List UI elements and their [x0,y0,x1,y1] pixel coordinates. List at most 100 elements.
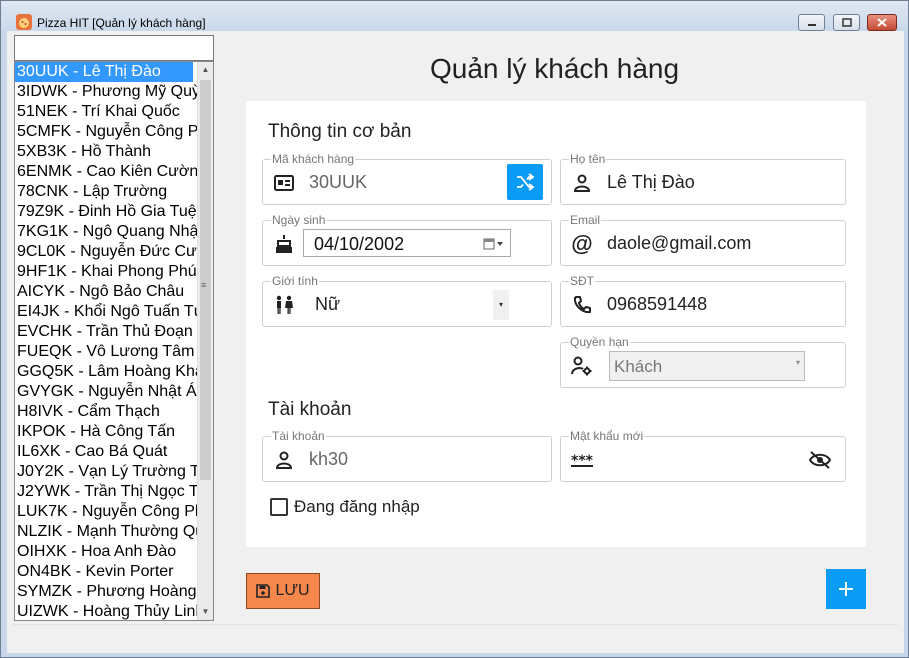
vertical-scrollbar[interactable]: ▲ ≡ ▼ [197,62,213,620]
list-item[interactable]: 9CL0K - Nguyễn Đức Cường [15,242,198,262]
list-item[interactable]: ON4BK - Kevin Porter [15,562,198,582]
list-item[interactable]: 7KG1K - Ngô Quang Nhật [15,222,198,242]
customer-id-field[interactable]: Mã khách hàng 30UUK [262,152,552,205]
username-field[interactable]: Tài khoản kh30 [262,429,552,482]
list-item[interactable]: H8IVK - Cẩm Thạch [15,402,198,422]
scroll-down-icon[interactable]: ▼ [198,604,213,620]
list-item[interactable]: 78CNK - Lập Trường [15,182,198,202]
person-icon [273,449,295,471]
app-window: Pizza HIT [Quản lý khách hàng] 30UUK - L… [0,0,909,658]
list-item[interactable]: 5XB3K - Hồ Thành [15,142,198,162]
email-field[interactable]: Email @ daole@gmail.com [560,213,846,266]
list-item[interactable]: UIZWK - Hoàng Thủy Linh [15,602,198,620]
close-icon [877,18,887,27]
list-item[interactable]: EI4JK - Khổi Ngô Tuấn Tú [15,302,198,322]
role-field: Quyền hạn Khách ▾ [560,335,846,388]
list-item[interactable]: SYMZK - Phương Hoàng [15,582,198,602]
customer-id-label: Mã khách hàng [271,152,356,166]
add-button[interactable] [826,569,866,609]
list-item[interactable]: OIHXK - Hoa Anh Đào [15,542,198,562]
shuffle-icon [517,173,535,191]
list-item[interactable]: FUEQK - Vô Lương Tâm [15,342,198,362]
client-area: 30UUK - Lê Thị Đào 3IDWK - Phương Mỹ Quỳn… [7,31,904,653]
customer-list[interactable]: 30UUK - Lê Thị Đào 3IDWK - Phương Mỹ Quỳn… [14,61,214,621]
phone-label: SĐT [569,274,595,288]
gender-field[interactable]: Giới tính Nữ ▾ [262,274,552,327]
list-item[interactable]: GVYGK - Nguyễn Nhật Ánh [15,382,198,402]
gender-value: Nữ [315,294,341,314]
username-value: kh30 [309,449,349,469]
account-heading: Tài khoản [268,399,352,420]
list-item[interactable]: LUK7K - Nguyễn Công Phượng [15,502,198,522]
list-item[interactable]: GGQ5K - Lâm Hoàng Khang [15,362,198,382]
fullname-value: Lê Thị Đào [607,172,695,192]
phone-icon [571,294,593,316]
floppy-disk-icon [256,584,271,598]
svg-text:***: *** [571,453,593,467]
list-item[interactable]: 79Z9K - Đinh Hồ Gia Tuệ [15,202,198,222]
role-label: Quyền hạn [569,335,630,349]
dob-value: 04/10/2002 [314,234,405,254]
close-button[interactable] [867,14,897,31]
pizza-app-icon [16,14,32,30]
at-sign-icon: @ [571,231,593,256]
list-item[interactable]: J0Y2K - Vạn Lý Trường Thành [15,462,198,482]
plus-icon [839,582,853,596]
fullname-label: Họ tên [569,152,607,166]
list-item[interactable]: 3IDWK - Phương Mỹ Quỳnh [15,82,198,102]
phone-value: 0968591448 [607,294,708,314]
gender-icon [273,294,295,316]
shuffle-id-button[interactable] [507,164,543,200]
logged-in-label: Đang đăng nhập [294,497,420,516]
status-bar [13,624,898,646]
calendar-icon [483,238,503,250]
password-dots-icon: *** [571,449,593,471]
scroll-thumb[interactable]: ≡ [200,80,211,480]
list-item[interactable]: 6ENMK - Cao Kiên Cường [15,162,198,182]
cake-icon [273,233,295,255]
scroll-up-icon[interactable]: ▲ [198,62,213,78]
list-item[interactable]: 5CMFK - Nguyễn Công Phú [15,122,198,142]
list-item[interactable]: NLZIK - Mạnh Thường Quân [15,522,198,542]
role-select: Khách ▾ [609,351,805,381]
gender-label: Giới tính [271,274,319,288]
list-item[interactable]: J2YWK - Trần Thị Ngọc Trinh [15,482,198,502]
save-button[interactable]: LƯU [246,573,320,609]
list-item[interactable]: IKPOK - Hà Công Tấn [15,422,198,442]
chevron-down-icon: ▾ [795,358,800,367]
username-label: Tài khoản [271,429,326,443]
phone-field[interactable]: SĐT 0968591448 [560,274,846,327]
grip-icon: ≡ [201,280,207,290]
basic-info-heading: Thông tin cơ bản [268,121,412,142]
email-value: daole@gmail.com [607,233,752,253]
password-label: Mật khẩu mới [569,429,645,443]
role-value: Khách [614,357,663,376]
customer-form-card: Thông tin cơ bản Mã khách hàng 30UUK Họ … [246,101,866,547]
password-field[interactable]: Mật khẩu mới *** *** [560,429,846,482]
email-label: Email [569,213,602,227]
fullname-field[interactable]: Họ tên Lê Thị Đào [560,152,846,205]
logged-in-checkbox[interactable] [270,498,288,516]
person-icon [571,172,593,194]
list-item[interactable]: 9HF1K - Khai Phong Phú [15,262,198,282]
maximize-icon [841,18,852,27]
user-gear-icon [571,355,593,377]
calendar-dropdown-button[interactable] [482,236,506,252]
dob-picker[interactable]: 04/10/2002 [303,229,511,257]
list-item[interactable]: IL6XK - Cao Bá Quát [15,442,198,462]
list-item[interactable]: AICYK - Ngô Bảo Châu [15,282,198,302]
minimize-icon [807,23,816,26]
dob-label: Ngày sinh [271,213,327,227]
window-title: Pizza HIT [Quản lý khách hàng] [37,16,206,30]
minimize-button[interactable] [798,14,825,31]
dob-field[interactable]: Ngày sinh 04/10/2002 [262,213,552,266]
search-input[interactable] [14,35,214,61]
list-item[interactable]: EVCHK - Trần Thủ Đoạn [15,322,198,342]
title-bar[interactable]: Pizza HIT [Quản lý khách hàng] [1,1,908,31]
list-item[interactable]: 30UUK - Lê Thị Đào [15,62,193,82]
maximize-button[interactable] [833,14,860,31]
id-card-icon [273,172,295,194]
toggle-password-visibility[interactable] [807,447,833,473]
gender-dropdown-arrow[interactable]: ▾ [493,290,509,320]
list-item[interactable]: 51NEK - Trí Khai Quốc [15,102,198,122]
